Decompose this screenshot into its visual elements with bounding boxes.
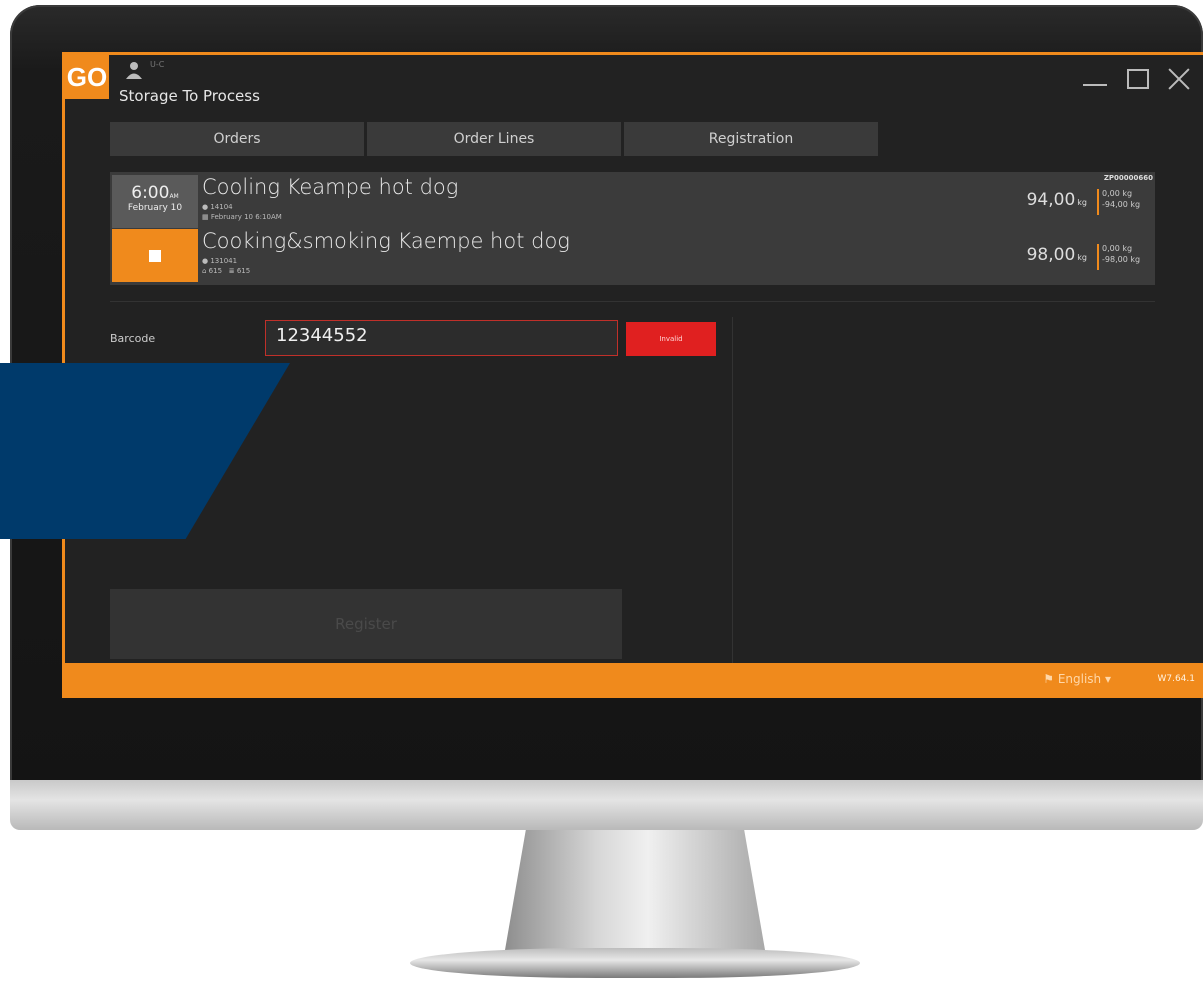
order-line-row[interactable]: Cooking&smoking Kaempe hot dog ● 131041 … (110, 229, 1155, 285)
section-divider (110, 301, 1155, 302)
product-name: Cooking&smoking Kaempe hot dog (202, 229, 570, 253)
panel-divider (732, 317, 733, 665)
order-card[interactable]: ZP00000660 6:00AM February 10 Cooling Ke… (110, 172, 1155, 285)
tab-bar: Orders Order Lines Registration (110, 122, 878, 156)
language-selector[interactable]: ⚑ English ▾ (1043, 672, 1111, 686)
weight-sub-bottom: -98,00 kg (1102, 255, 1141, 264)
close-icon[interactable] (1167, 67, 1191, 89)
monitor-stand-base (410, 948, 860, 978)
user-icon[interactable] (123, 61, 145, 79)
order-time: 6:00 (131, 183, 170, 203)
stop-icon (149, 250, 161, 262)
barcode-label: Barcode (110, 332, 156, 345)
barcode-input[interactable]: 12344552 (265, 320, 618, 356)
app-logo: GO (65, 55, 109, 99)
tab-registration[interactable]: Registration (624, 122, 878, 156)
weight-divider (1097, 244, 1099, 270)
weight-value: 94,00 kg (1026, 190, 1087, 210)
window-title: Storage To Process (119, 87, 260, 105)
version-label: W7.64.1 (1157, 674, 1195, 684)
register-button[interactable]: Register (110, 589, 622, 659)
tab-order-lines[interactable]: Order Lines (367, 122, 621, 156)
product-meta-id: ● 14104 (202, 203, 233, 211)
user-status-text: U-C (150, 60, 165, 69)
monitor-chin (10, 780, 1203, 830)
weight-sub-bottom: -94,00 kg (1102, 200, 1141, 209)
product-meta-counts: ⌂ 615 ≣ 615 (202, 267, 251, 275)
product-meta-id: ● 131041 (202, 257, 238, 265)
product-meta-date: ▦ February 10 6:10AM (202, 213, 282, 221)
stop-button[interactable] (112, 229, 198, 282)
tab-orders[interactable]: Orders (110, 122, 364, 156)
order-line-row[interactable]: 6:00AM February 10 Cooling Keampe hot do… (110, 172, 1155, 228)
product-name: Cooling Keampe hot dog (202, 175, 459, 199)
weight-divider (1097, 189, 1099, 215)
weight-sub-top: 0,00 kg (1102, 244, 1133, 253)
weight-sub-top: 0,00 kg (1102, 189, 1133, 198)
maximize-icon[interactable] (1125, 67, 1149, 89)
monitor-stand-neck (505, 830, 765, 950)
status-bar: ⚑ English ▾ W7.64.1 (65, 663, 1203, 695)
order-date: February 10 (127, 203, 183, 213)
minimize-icon[interactable] (1083, 67, 1107, 89)
weight-value: 98,00 kg (1026, 245, 1087, 265)
invalid-status-button[interactable]: Invalid (626, 322, 716, 356)
order-time-suffix: AM (169, 193, 179, 200)
order-time-box: 6:00AM February 10 (112, 175, 198, 228)
window-controls (1083, 67, 1191, 89)
